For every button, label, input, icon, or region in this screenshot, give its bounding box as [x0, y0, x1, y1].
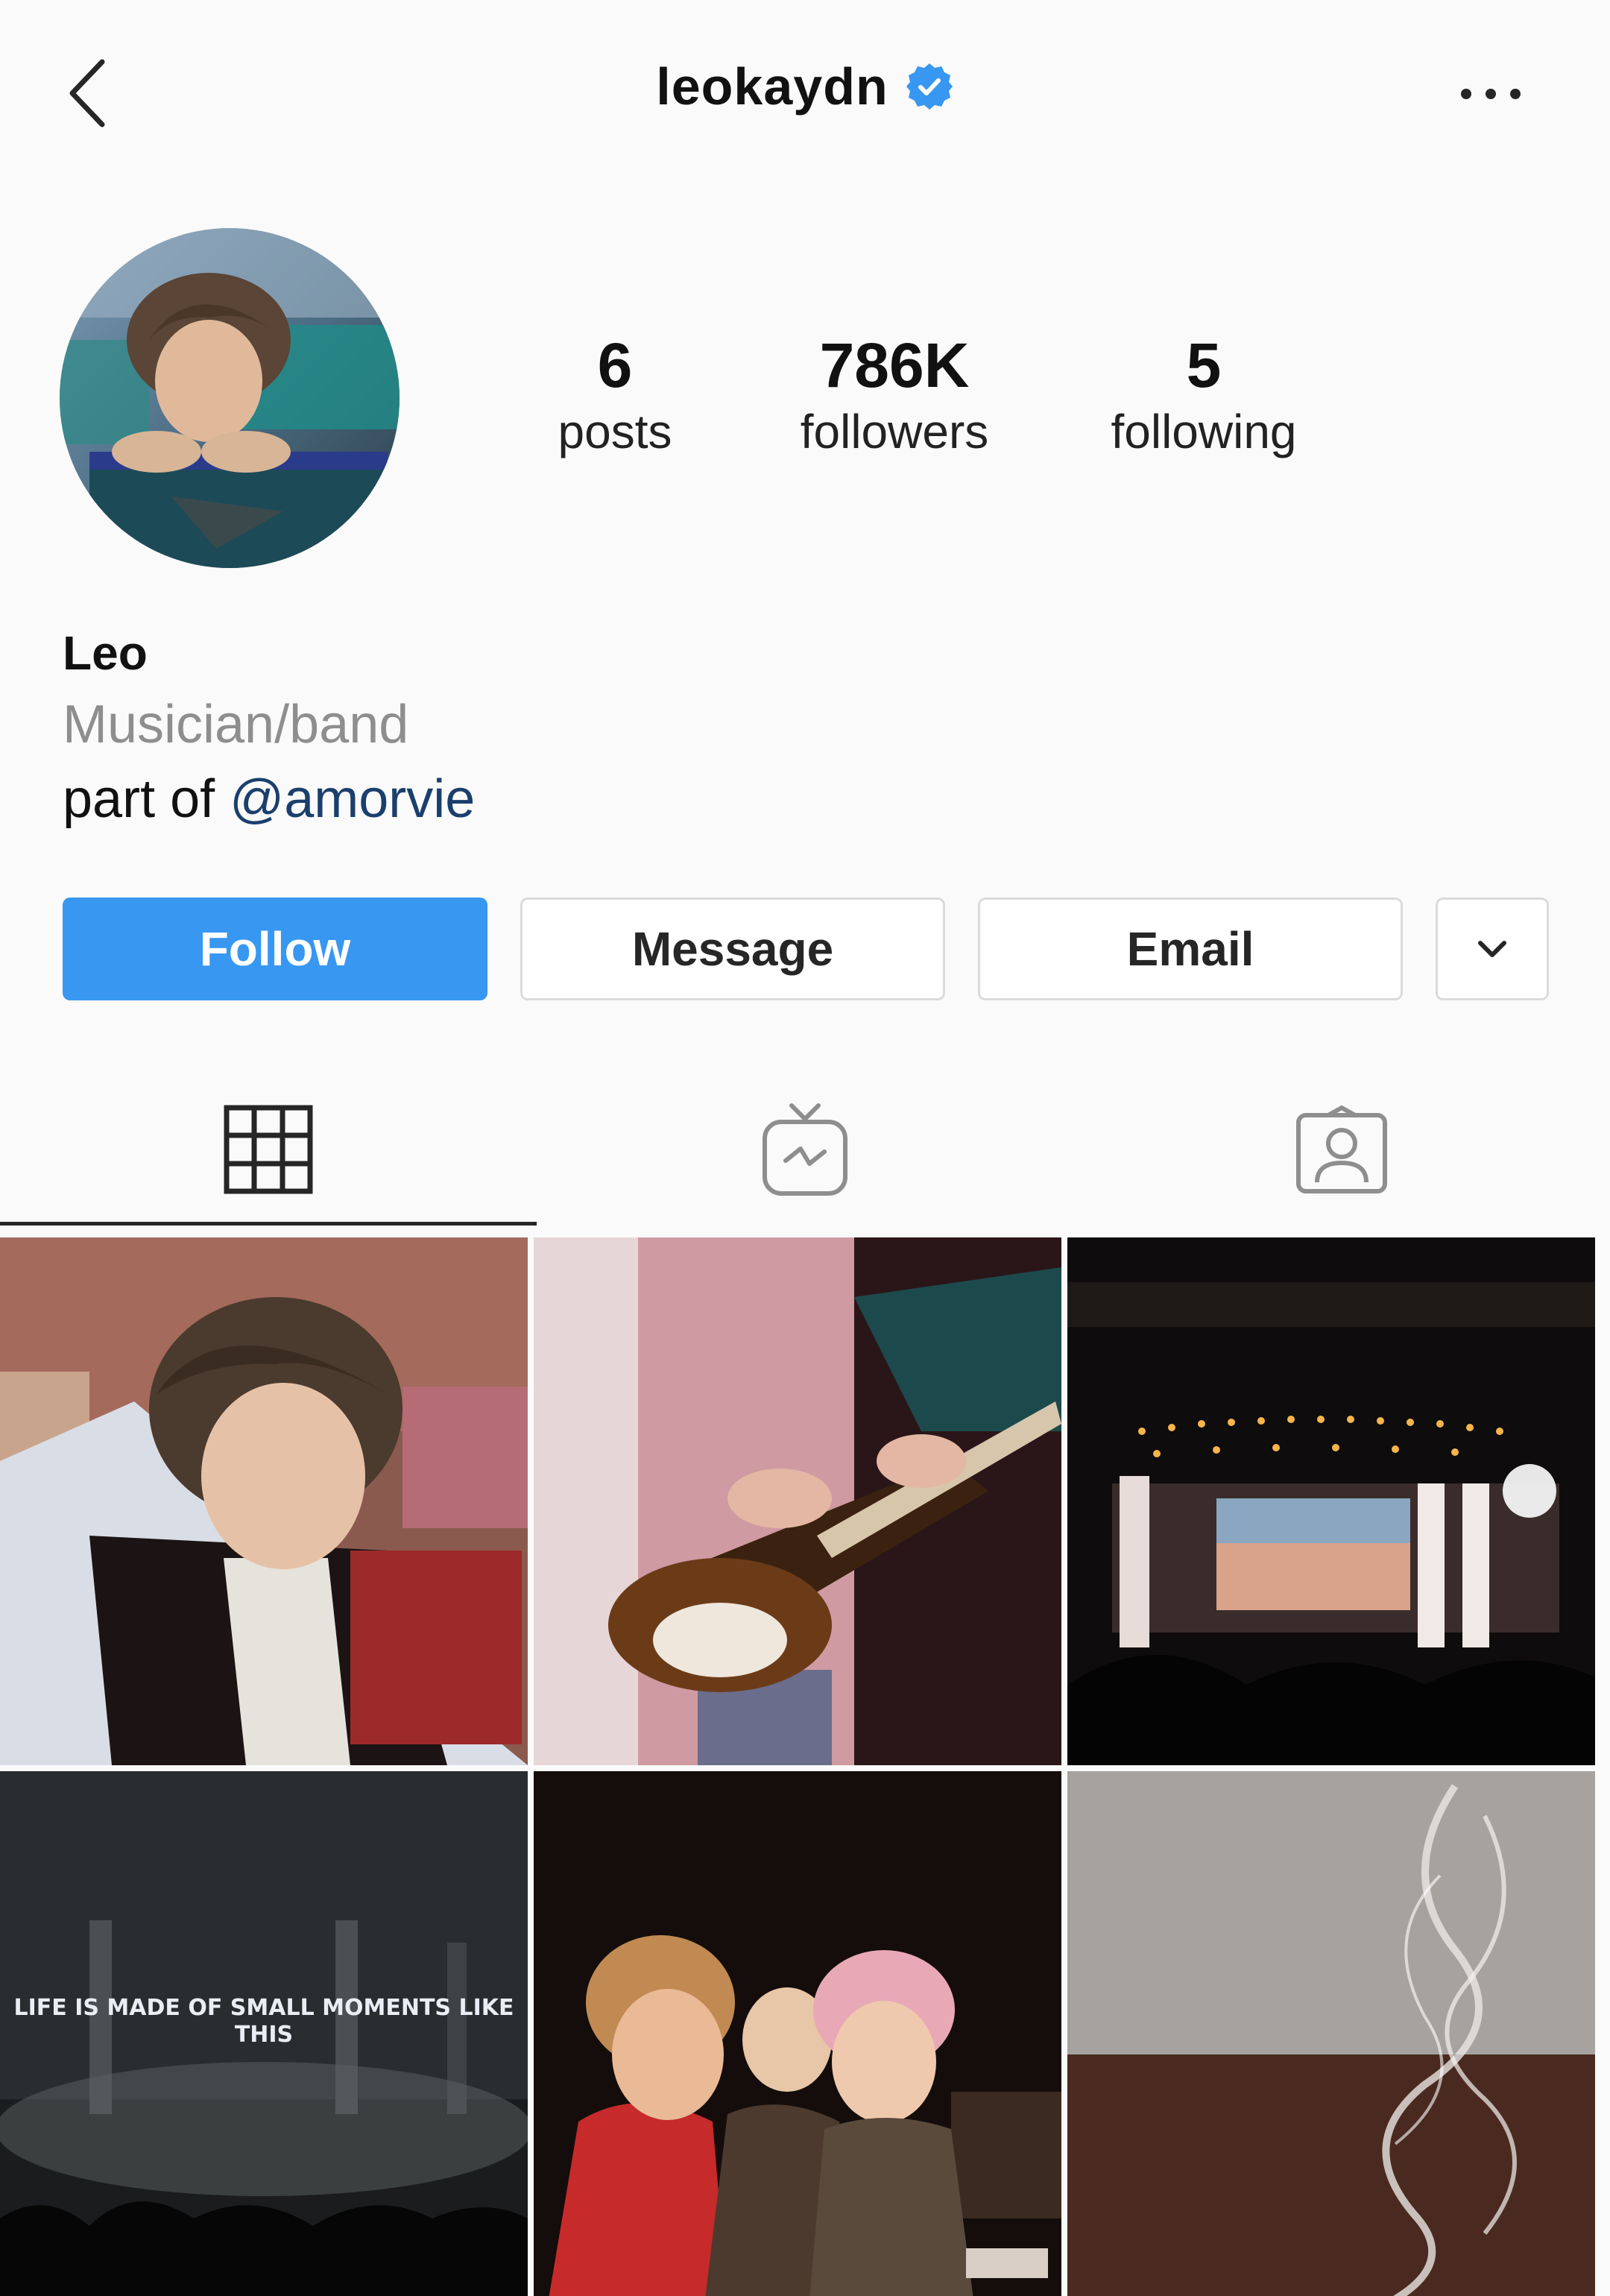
post-image — [534, 1237, 1061, 1765]
grid-icon — [224, 1105, 313, 1194]
post-image — [1067, 1771, 1595, 2296]
stat-posts[interactable]: 6 posts — [537, 328, 693, 461]
tagged-person-icon — [1296, 1105, 1387, 1193]
stat-following[interactable]: 5 following — [1081, 328, 1327, 461]
post-thumbnail[interactable] — [534, 1237, 1061, 1765]
title-area: leokaydn — [0, 57, 1610, 116]
active-tab-indicator — [0, 1222, 537, 1226]
profile-stats: 6 posts 786K followers 5 following — [514, 328, 1371, 477]
followers-count: 786K — [819, 330, 970, 400]
post-image — [534, 1771, 1061, 2296]
message-button[interactable]: Message — [520, 898, 945, 1000]
bio-text: part of @amorvie — [63, 762, 475, 836]
profile-page: leokaydn 6 posts 786K followers 5 follow… — [0, 0, 1610, 2296]
chevron-down-icon — [1478, 941, 1506, 957]
following-label: following — [1111, 405, 1297, 458]
followers-label: followers — [800, 405, 989, 458]
email-button[interactable]: Email — [978, 898, 1403, 1000]
stat-followers[interactable]: 786K followers — [768, 328, 1021, 461]
post-image — [1067, 1237, 1595, 1765]
tab-igtv[interactable] — [537, 1073, 1073, 1226]
igtv-icon — [763, 1103, 847, 1196]
profile-tabs — [0, 1073, 1610, 1230]
post-image — [0, 1237, 528, 1765]
profile-avatar[interactable] — [60, 228, 400, 568]
profile-header: leokaydn — [0, 0, 1610, 179]
tab-posts-grid[interactable] — [0, 1073, 537, 1226]
bio-text-prefix: part of — [63, 769, 230, 829]
tab-tagged[interactable] — [1073, 1073, 1610, 1226]
more-horizontal-icon — [1461, 89, 1521, 99]
post-thumbnail[interactable] — [534, 1771, 1061, 2296]
bio-mention-link[interactable]: @amorvie — [230, 769, 475, 829]
avatar-image — [60, 228, 400, 568]
follow-button[interactable]: Follow — [63, 898, 487, 1000]
posts-count: 6 — [597, 330, 633, 400]
following-count: 5 — [1186, 330, 1222, 400]
post-thumbnail[interactable]: Life is made of small moments like this — [0, 1771, 528, 2296]
verified-badge-icon — [906, 63, 953, 110]
post-thumbnail[interactable] — [0, 1237, 528, 1765]
post-caption-overlay: Life is made of small moments like this — [13, 1995, 514, 2048]
profile-name: Leo — [63, 626, 148, 680]
suggested-dropdown-button[interactable] — [1436, 898, 1549, 1000]
more-options-button[interactable] — [1453, 72, 1528, 116]
username-title: leokaydn — [656, 57, 888, 116]
posts-label: posts — [558, 405, 672, 458]
post-thumbnail[interactable] — [1067, 1771, 1595, 2296]
post-thumbnail[interactable] — [1067, 1237, 1595, 1765]
profile-bio: Leo Musician/band part of @amorvie — [63, 619, 475, 836]
profile-category: Musician/band — [63, 695, 409, 754]
